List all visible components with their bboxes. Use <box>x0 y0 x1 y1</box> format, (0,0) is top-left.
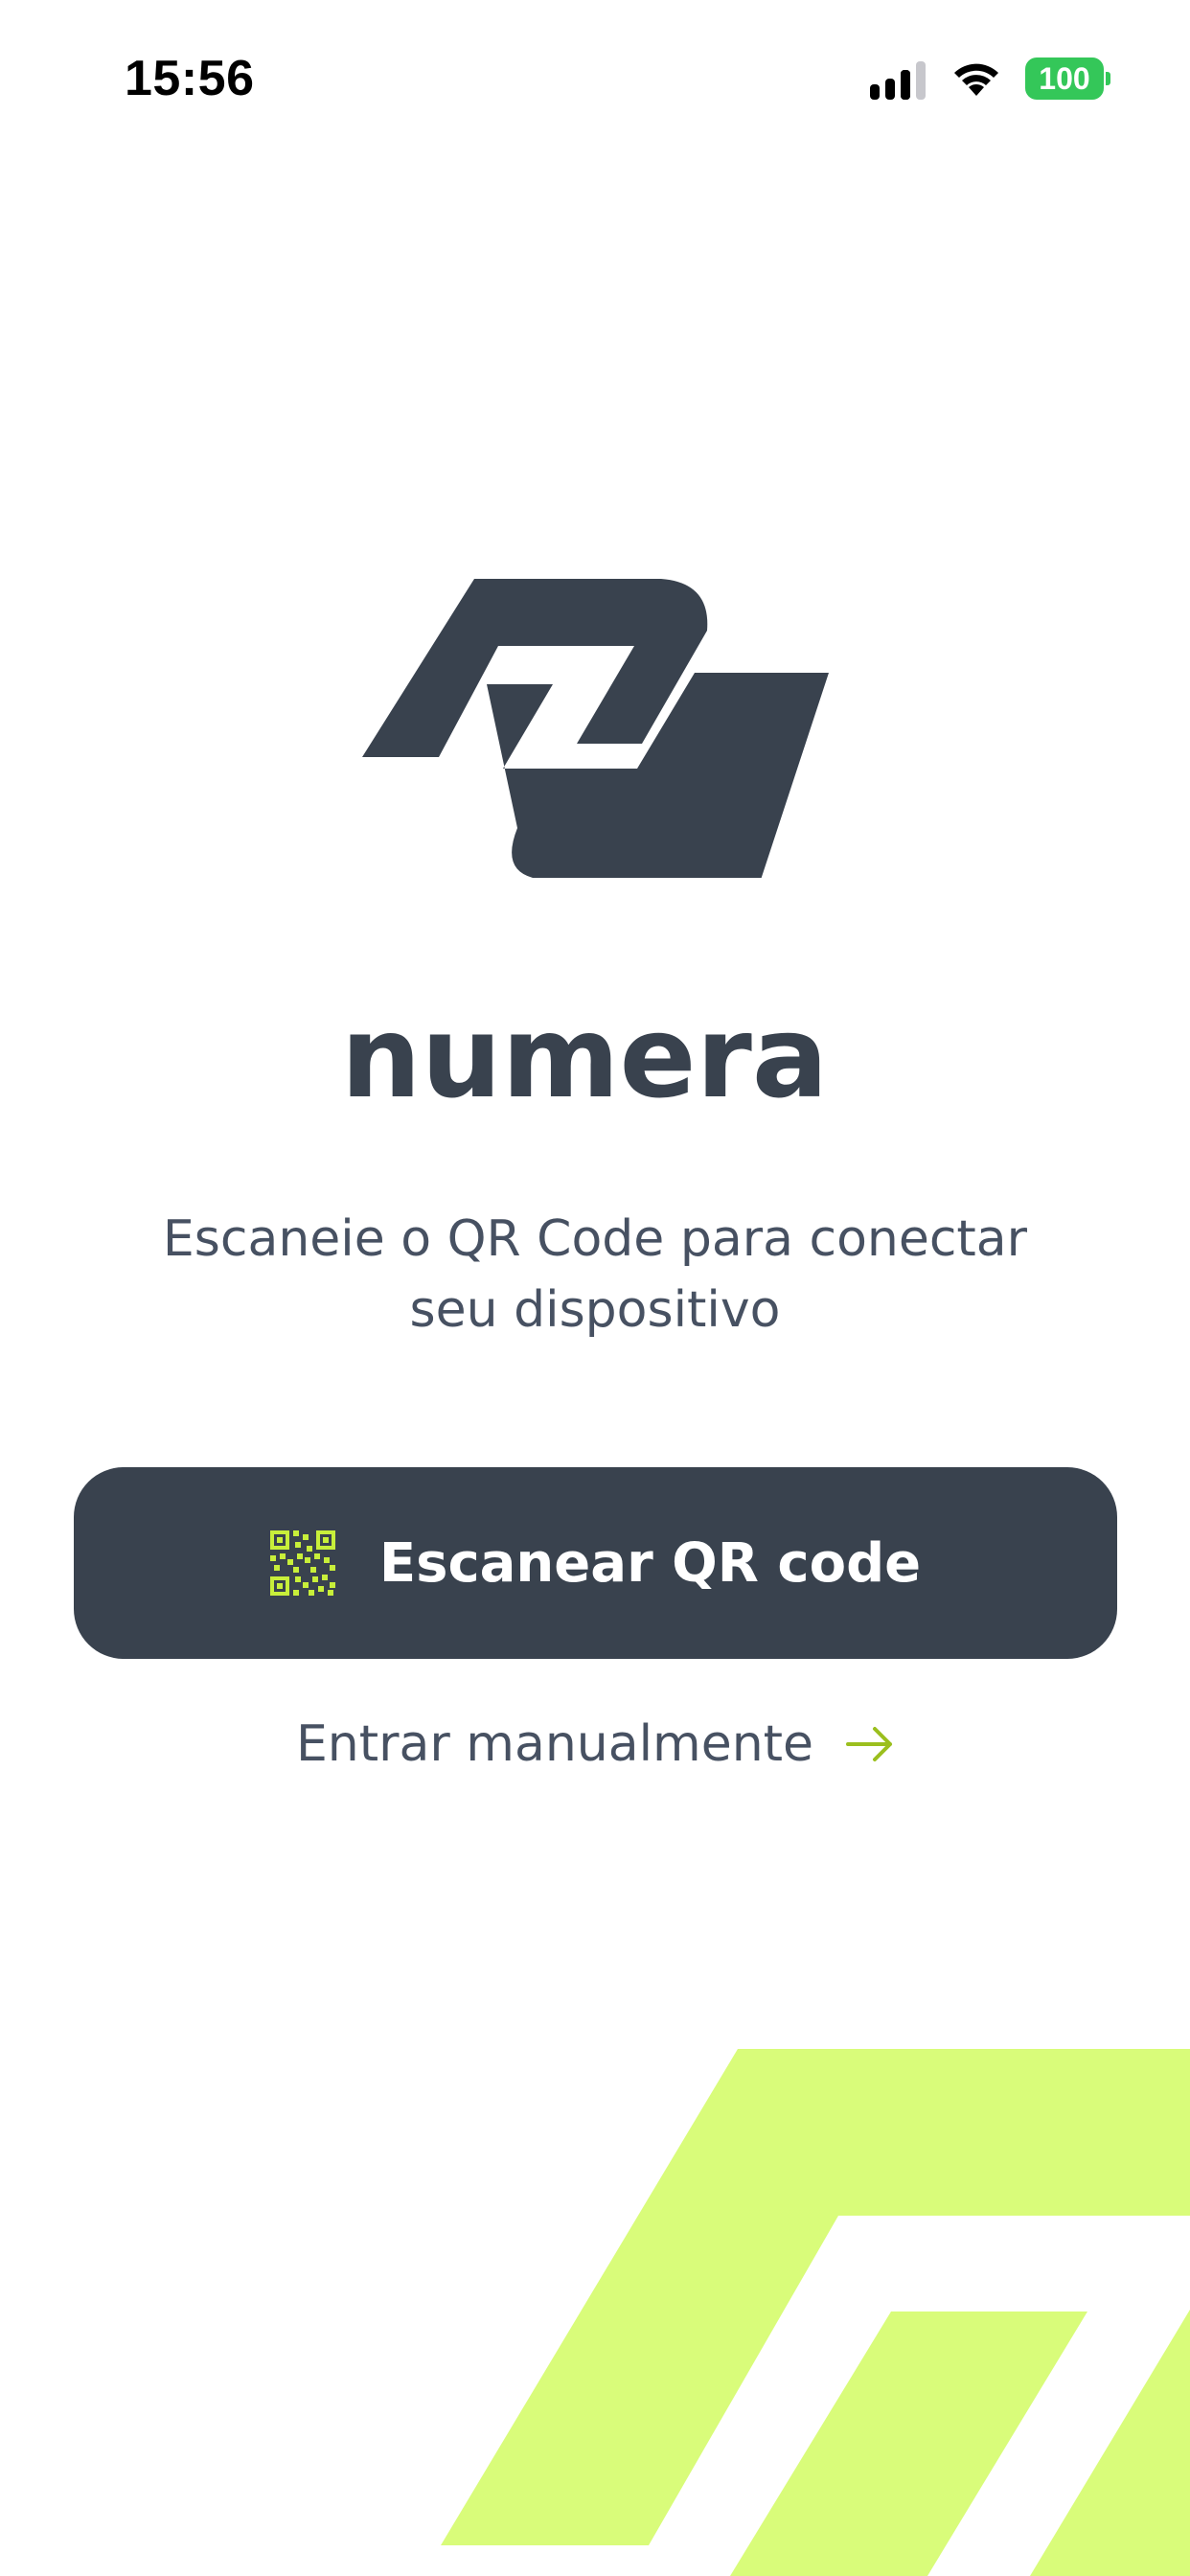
scan-qr-button[interactable]: Escanear QR code <box>74 1467 1117 1659</box>
numera-logo-icon <box>362 579 829 878</box>
decorative-shape <box>441 2049 1190 2576</box>
numera-wordmark: numera <box>341 1014 829 1102</box>
battery-body: 100 <box>1025 58 1104 100</box>
manual-entry-link[interactable]: Entrar manualmente <box>0 1706 1190 1782</box>
status-bar: 15:56 100 <box>0 0 1190 153</box>
battery-icon: 100 <box>1025 58 1111 100</box>
instruction-text: Escaneie o QR Code para conectar seu dis… <box>162 1210 1028 1339</box>
battery-level: 100 <box>1039 60 1090 96</box>
status-time: 15:56 <box>125 51 255 106</box>
qr-code-icon <box>269 1530 335 1596</box>
wordmark-text: numera <box>341 1014 829 1102</box>
battery-tip <box>1106 72 1110 85</box>
manual-entry-label: Entrar manualmente <box>295 1715 814 1773</box>
wifi-icon <box>954 63 998 96</box>
scan-qr-button-label: Escanear QR code <box>378 1531 922 1595</box>
signal-icon <box>870 61 926 100</box>
arrow-right-icon <box>846 1727 893 1761</box>
